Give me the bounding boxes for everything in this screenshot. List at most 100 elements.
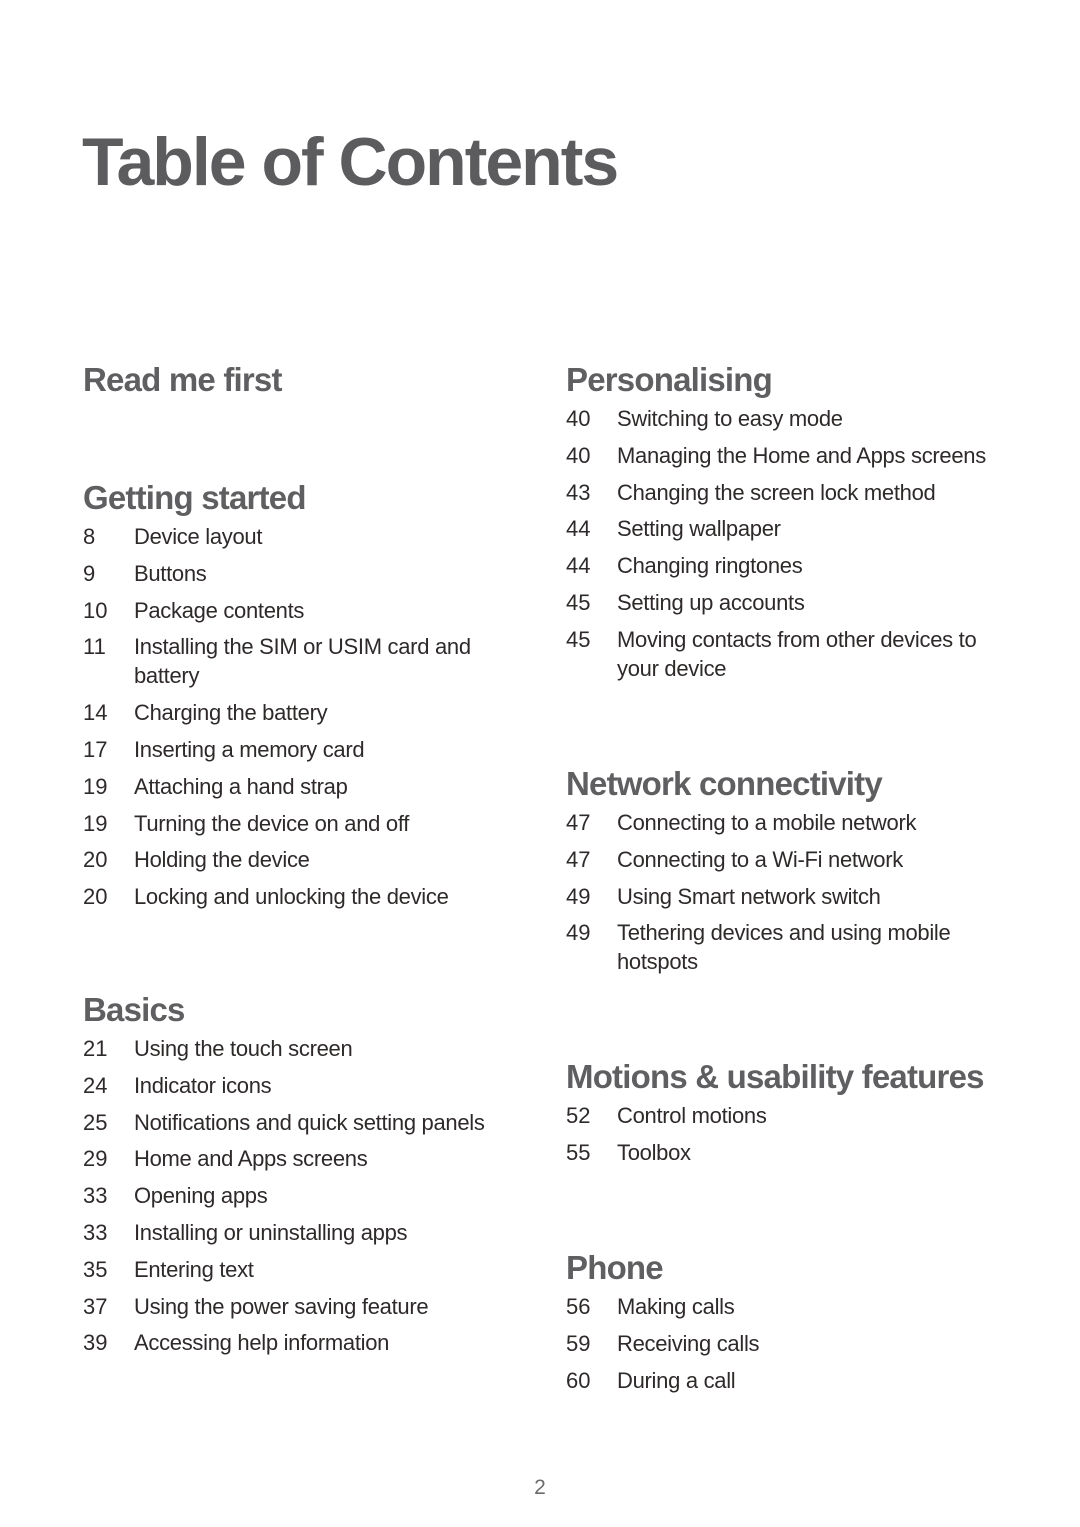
toc-entry-title: Using the touch screen	[134, 1036, 353, 1061]
toc-entry[interactable]: 49 Using Smart network switch	[566, 882, 1006, 911]
toc-entry[interactable]: 29 Home and Apps screens	[83, 1144, 523, 1173]
toc-entry-title: Tethering devices and using mobile hotsp…	[617, 920, 951, 975]
toc-entry[interactable]: 40 Managing the Home and Apps screens	[566, 441, 1006, 470]
toc-entry-page: 24	[83, 1072, 108, 1098]
toc-entry-list: 47 Connecting to a mobile network 47 Connec…	[566, 808, 1006, 976]
toc-entry-title: Moving contacts from other devices to yo…	[617, 626, 977, 681]
section-heading[interactable]: Personalising	[566, 360, 1006, 404]
toc-entry-title: Installing the SIM or USIM card and batt…	[134, 634, 471, 689]
toc-entry-title: Connecting to a mobile network	[617, 810, 917, 835]
toc-entry-title: During a call	[617, 1367, 736, 1393]
toc-entry-page: 60	[566, 1367, 591, 1393]
toc-entry-title: Setting up accounts	[617, 589, 805, 615]
toc-entry-title: Installing or uninstalling apps	[134, 1219, 408, 1245]
toc-entry[interactable]: 60 During a call	[566, 1366, 1006, 1395]
toc-entry-page: 52	[566, 1103, 591, 1128]
toc-entry-page: 8	[83, 524, 96, 549]
toc-entry[interactable]: 56 Making calls	[566, 1292, 1006, 1321]
toc-entry-page: 35	[83, 1256, 108, 1282]
toc-entry-page: 11	[83, 634, 106, 660]
toc-section-phone: Phone 56 Making calls 59 Receiving calls 60 Du…	[566, 1248, 1006, 1402]
toc-entry-list: 56 Making calls 59 Receiving calls 60 During …	[566, 1292, 1006, 1395]
toc-entry[interactable]: 52 Control motions	[566, 1101, 1006, 1130]
toc-entry-page: 20	[83, 847, 108, 873]
section-heading[interactable]: Motions & usability features	[566, 1057, 1006, 1101]
toc-entry-page: 21	[83, 1036, 108, 1061]
toc-entry-page: 33	[83, 1183, 108, 1209]
toc-entry-page: 14	[83, 700, 108, 726]
toc-section-read-me-first: Read me first	[83, 360, 523, 404]
toc-entry[interactable]: 44 Setting wallpaper	[566, 514, 1006, 543]
toc-entry[interactable]: 59 Receiving calls	[566, 1329, 1006, 1358]
section-heading[interactable]: Network connectivity	[566, 764, 1006, 808]
toc-entry-page: 33	[83, 1219, 108, 1245]
toc-entry-title: Changing ringtones	[617, 553, 803, 579]
toc-entry-page: 29	[83, 1146, 108, 1172]
toc-entry[interactable]: 37 Using the power saving feature	[83, 1292, 523, 1321]
toc-entry-title: Locking and unlocking the device	[134, 884, 449, 910]
toc-entry[interactable]: 47 Connecting to a mobile network	[566, 808, 1006, 837]
toc-entry-list: 40 Switching to easy mode 40 Managing the H…	[566, 404, 1006, 683]
toc-entry-page: 45	[566, 589, 591, 615]
toc-entry-page: 10	[83, 597, 108, 623]
toc-entry[interactable]: 40 Switching to easy mode	[566, 404, 1006, 433]
toc-entry[interactable]: 47 Connecting to a Wi-Fi network	[566, 845, 1006, 874]
toc-entry[interactable]: 49 Tethering devices and using mobile hot…	[566, 918, 1006, 976]
toc-entry-page: 47	[566, 810, 591, 835]
toc-entry[interactable]: 24 Indicator icons	[83, 1071, 523, 1100]
toc-entry[interactable]: 44 Changing ringtones	[566, 551, 1006, 580]
toc-entry[interactable]: 43 Changing the screen lock method	[566, 478, 1006, 507]
toc-entry-page: 20	[83, 884, 108, 910]
toc-entry-page: 44	[566, 553, 591, 579]
toc-section-personalising: Personalising 40 Switching to easy mode 40 M…	[566, 360, 1006, 691]
toc-entry-list: 8 Device layout 9 Buttons 10 Package contents…	[83, 522, 523, 911]
toc-entry[interactable]: 8 Device layout	[83, 522, 523, 551]
toc-entry[interactable]: 14 Charging the battery	[83, 698, 523, 727]
toc-entry[interactable]: 19 Turning the device on and off	[83, 809, 523, 838]
toc-entry[interactable]: 9 Buttons	[83, 559, 523, 588]
toc-entry-title: Buttons	[134, 560, 207, 586]
toc-entry[interactable]: 10 Package contents	[83, 596, 523, 625]
toc-entry[interactable]: 33 Opening apps	[83, 1181, 523, 1210]
toc-entry-title: Setting wallpaper	[617, 516, 781, 542]
toc-entry[interactable]: 55 Toolbox	[566, 1138, 1006, 1167]
section-heading[interactable]: Phone	[566, 1248, 1006, 1292]
toc-entry-title: Turning the device on and off	[134, 810, 410, 836]
page-title: Table of Contents	[82, 124, 619, 200]
toc-entry[interactable]: 19 Attaching a hand strap	[83, 772, 523, 801]
page-number: 2	[534, 1476, 546, 1499]
toc-entry[interactable]: 35 Entering text	[83, 1255, 523, 1284]
toc-entry[interactable]: 45 Setting up accounts	[566, 588, 1006, 617]
section-heading[interactable]: Getting started	[83, 478, 523, 522]
toc-entry-page: 43	[566, 479, 591, 505]
toc-entry-title: Using Smart network switch	[617, 883, 881, 909]
toc-entry-page: 9	[83, 560, 96, 586]
toc-entry[interactable]: 17 Inserting a memory card	[83, 735, 523, 764]
toc-entry[interactable]: 39 Accessing help information	[83, 1328, 523, 1357]
toc-entry[interactable]: 25 Notifications and quick setting panels	[83, 1108, 523, 1137]
toc-entry[interactable]: 20 Holding the device	[83, 845, 523, 874]
toc-entry-page: 25	[83, 1109, 108, 1135]
toc-entry-title: Receiving calls	[617, 1330, 760, 1356]
toc-section-motions-and-usability-features: Motions & usability features 52 Control mo…	[566, 1057, 1006, 1175]
toc-section-getting-started: Getting started 8 Device layout 9 Buttons 10 P…	[83, 478, 523, 919]
toc-entry-title: Connecting to a Wi-Fi network	[617, 846, 903, 872]
toc-entry-title: Holding the device	[134, 847, 310, 873]
toc-entry-title: Charging the battery	[134, 700, 328, 726]
toc-entry-page: 39	[83, 1330, 108, 1356]
toc-entry[interactable]: 45 Moving contacts from other devices to …	[566, 625, 1006, 683]
toc-entry-title: Opening apps	[134, 1183, 268, 1209]
toc-entry[interactable]: 21 Using the touch screen	[83, 1034, 523, 1063]
toc-entry-page: 19	[83, 810, 108, 836]
toc-entry-title: Device layout	[134, 524, 263, 549]
toc-entry[interactable]: 33 Installing or uninstalling apps	[83, 1218, 523, 1247]
toc-entry-title: Home and Apps screens	[134, 1146, 368, 1172]
toc-entry-title: Toolbox	[617, 1139, 691, 1165]
toc-entry-title: Changing the screen lock method	[617, 479, 936, 505]
toc-entry-title: Control motions	[617, 1103, 767, 1128]
toc-entry[interactable]: 11 Installing the SIM or USIM card and ba…	[83, 632, 523, 690]
toc-entry[interactable]: 20 Locking and unlocking the device	[83, 882, 523, 911]
toc-entry-title: Switching to easy mode	[617, 406, 843, 431]
section-heading[interactable]: Read me first	[83, 360, 523, 404]
section-heading[interactable]: Basics	[83, 990, 523, 1034]
